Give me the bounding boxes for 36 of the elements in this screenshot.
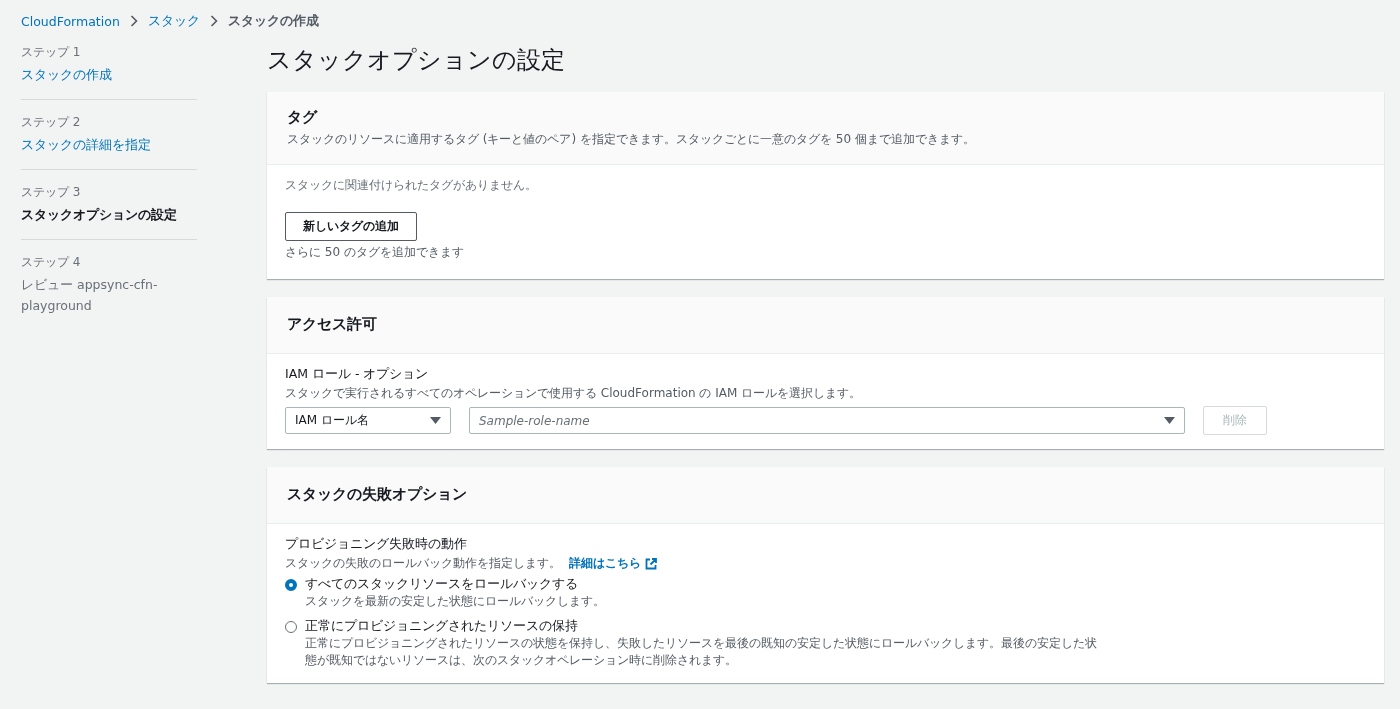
panel-description: スタックのリソースに適用するタグ (キーと値のペア) を指定できます。スタックごとに一意のタグを 50 個まで追加できます。: [287, 131, 976, 148]
field-description: スタックで実行されるすべてのオペレーションで使用する CloudFormation の IAM ロールを選択します。: [285, 385, 863, 402]
field-label: プロビジョニング失敗時の動作: [285, 536, 468, 553]
panel-title: スタックの失敗オプション: [287, 485, 468, 504]
step-name[interactable]: スタックの作成: [21, 64, 197, 85]
role-type-select[interactable]: IAM ロール名: [285, 407, 451, 434]
add-tag-button[interactable]: 新しいタグの追加: [285, 212, 417, 241]
step-name: レビュー appsync-cfn-playground: [21, 276, 159, 315]
breadcrumb-current: スタックの作成: [227, 12, 319, 30]
step-number: ステップ 4: [21, 254, 82, 271]
chevron-right-icon: [209, 15, 218, 27]
step-name: スタックオプションの設定: [21, 206, 178, 224]
chevron-right-icon: [129, 15, 138, 27]
hint-text: さらに 50 のタグを追加できます: [285, 244, 465, 261]
step-name[interactable]: スタックの詳細を指定: [21, 134, 197, 155]
caret-down-icon: [1164, 417, 1175, 424]
caret-down-icon: [430, 417, 441, 424]
empty-text: スタックに関連付けられたタグがありません。: [285, 177, 538, 194]
breadcrumb-link[interactable]: CloudFormation: [21, 13, 120, 29]
step-number: ステップ 3: [21, 184, 82, 201]
info-link[interactable]: 詳細はこちら: [569, 555, 641, 572]
page-title: スタックオプションの設定: [267, 45, 566, 76]
radio-button[interactable]: [285, 579, 297, 591]
field-description: スタックの失敗のロールバック動作を指定します。: [285, 555, 561, 572]
role-name-select[interactable]: Sample-role-name: [469, 407, 1185, 434]
panel-title: タグ: [287, 108, 319, 127]
external-link-icon: [645, 557, 657, 570]
breadcrumb-link[interactable]: スタック: [147, 12, 200, 30]
option-description: スタックを最新の安定した状態にロールバックします。: [305, 593, 605, 610]
step-number: ステップ 1: [21, 44, 82, 61]
panel-title: アクセス許可: [287, 315, 378, 334]
field-label: IAM ロール - オプション: [285, 366, 430, 383]
step-number: ステップ 2: [21, 114, 82, 131]
option-label: 正常にプロビジョニングされたリソースの保持: [305, 618, 579, 635]
option-label: すべてのスタックリソースをロールバックする: [305, 576, 579, 593]
option-description: 正常にプロビジョニングされたリソースの状態を保持し、失敗したリソースを最後の既知の安定した状態にロールバックします。最後の安定した状態が既知ではないリソースは、次のスタックオペレーション時に削除されます。: [305, 635, 1098, 669]
